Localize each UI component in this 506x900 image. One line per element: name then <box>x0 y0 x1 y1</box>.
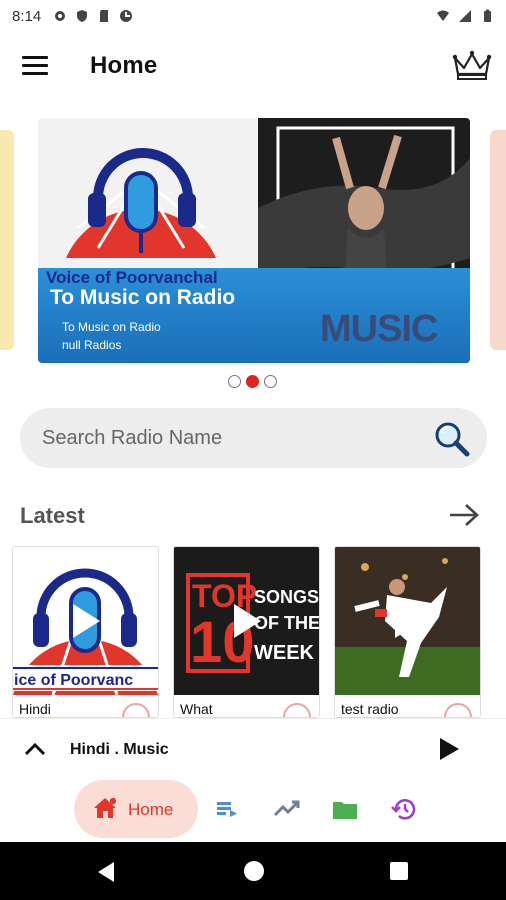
status-bar: 8:14 <box>0 0 506 32</box>
settings-icon <box>55 11 66 21</box>
latest-heading: Latest <box>20 503 85 528</box>
card-art-text: ice of Poorvanc <box>14 672 133 689</box>
banner-radio-count: null Radios <box>62 338 122 352</box>
carousel-prev-peek[interactable] <box>0 130 14 350</box>
search-input[interactable] <box>42 424 422 452</box>
mini-player[interactable]: Hindi . Music <box>0 718 506 780</box>
station-card[interactable]: test radio <box>334 546 481 718</box>
now-playing-title: Hindi . Music <box>70 741 169 758</box>
queue-icon[interactable] <box>212 794 242 824</box>
station-card[interactable]: TOP 10 SONGS OF THE WEEK What <box>173 546 320 718</box>
carousel-dot[interactable] <box>228 375 241 388</box>
signal-icon <box>459 10 471 22</box>
carousel-next-peek[interactable] <box>490 130 506 350</box>
system-navigation-bar <box>0 842 506 900</box>
play-icon[interactable] <box>438 737 460 761</box>
featured-banner[interactable]: Voice of Poorvanchal To Music on Radio T… <box>38 118 470 363</box>
station-name: What <box>180 701 213 717</box>
chevron-up-icon[interactable] <box>24 741 46 757</box>
radio-logo-icon <box>66 148 216 258</box>
search-icon[interactable] <box>433 420 471 458</box>
trending-icon[interactable] <box>272 794 302 824</box>
sd-card-icon <box>100 10 109 22</box>
folder-icon[interactable] <box>330 794 360 824</box>
hamburger-menu-icon[interactable] <box>22 56 48 76</box>
favorite-icon[interactable] <box>444 703 472 717</box>
banner-art-text: MUSIC <box>320 308 438 350</box>
favorite-icon[interactable] <box>283 703 311 717</box>
arrow-right-icon[interactable] <box>448 502 480 528</box>
play-icon[interactable] <box>391 601 425 641</box>
banner-brand: Voice of Poorvanchal <box>46 268 218 287</box>
crown-icon[interactable] <box>452 48 492 82</box>
battery-icon <box>484 9 491 22</box>
home-button-icon[interactable] <box>244 861 264 881</box>
wifi-icon <box>437 10 449 21</box>
play-icon[interactable] <box>230 601 264 641</box>
station-card[interactable]: ice of Poorvanc Hindi <box>12 546 159 718</box>
recent-apps-icon[interactable] <box>390 862 408 880</box>
station-name: Hindi <box>19 701 51 717</box>
page-title: Home <box>90 52 158 79</box>
favorite-icon[interactable] <box>122 703 150 717</box>
banner-subtitle: To Music on Radio <box>62 320 161 334</box>
search-bar <box>20 408 487 468</box>
status-time: 8:14 <box>12 7 42 25</box>
nav-home-label: Home <box>128 800 174 819</box>
svg-text:WEEK: WEEK <box>254 642 315 664</box>
back-icon[interactable] <box>96 861 116 883</box>
home-icon <box>94 797 117 818</box>
station-name: test radio <box>341 701 399 717</box>
app-bar: Home <box>0 32 506 100</box>
carousel-dot[interactable] <box>264 375 277 388</box>
nav-home[interactable]: Home <box>74 780 198 838</box>
carousel-dot-active[interactable] <box>246 375 259 388</box>
shield-icon <box>77 10 88 22</box>
data-saver-icon <box>120 10 133 22</box>
history-icon[interactable] <box>389 794 419 824</box>
carousel-indicator <box>228 375 277 388</box>
banner-title: To Music on Radio <box>50 286 236 309</box>
status-notification-icons <box>53 9 133 23</box>
play-icon[interactable] <box>69 601 103 641</box>
bottom-navigation: Home <box>0 780 506 840</box>
latest-list: ice of Poorvanc Hindi TOP 10 SONGS OF TH… <box>12 546 506 718</box>
